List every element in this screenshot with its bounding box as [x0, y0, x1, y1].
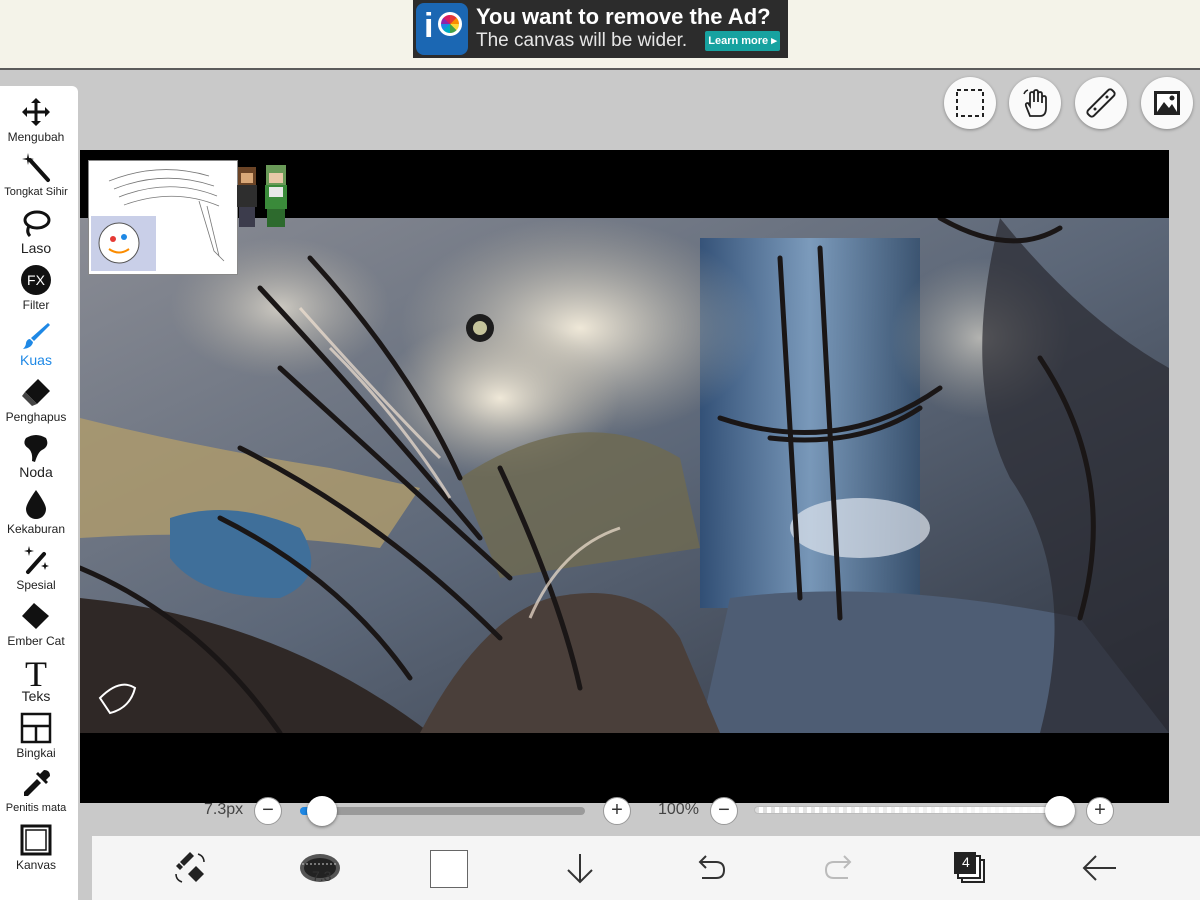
ad-bar: i You want to remove the Ad? The canvas … [0, 0, 1200, 70]
tool-label: Ember Cat [7, 634, 65, 648]
ibispaint-logo-icon: i [416, 3, 468, 55]
tool-brush[interactable]: Kuas [0, 316, 72, 372]
brush-size-increase-button[interactable]: + [603, 797, 631, 825]
tool-magic-wand[interactable]: Tongkat Sihir [0, 148, 72, 204]
ad-banner[interactable]: i You want to remove the Ad? The canvas … [413, 0, 788, 58]
opacity-decrease-button[interactable]: − [710, 797, 738, 825]
brush-sliders: 7.3px − + 100% − + [190, 795, 1130, 827]
image-icon [1154, 91, 1180, 115]
undo-icon [698, 855, 726, 879]
tool-label: Bingkai [16, 746, 56, 760]
ruler-button[interactable] [1075, 77, 1127, 129]
ruler-icon [1086, 88, 1116, 118]
eraser-icon [22, 379, 50, 406]
tool-eyedropper[interactable]: Penitis mata [0, 764, 72, 820]
color-wheel-icon [438, 12, 462, 36]
reference-image-preview [89, 161, 237, 274]
ad-subtitle: The canvas will be wider. [476, 30, 688, 51]
selection-button[interactable] [944, 77, 996, 129]
drawing-canvas[interactable] [80, 150, 1169, 803]
bottom-toolbar: 7.3 4 [92, 836, 1200, 900]
down-arrow-icon [567, 854, 593, 884]
hand-icon [1023, 89, 1047, 117]
opacity-knob[interactable] [1045, 796, 1075, 826]
brush-size-value: 7.3px [204, 801, 244, 818]
brush-size-badge: 7.3 [312, 868, 332, 884]
brush-settings-button[interactable]: 7.3 [294, 846, 342, 890]
artwork [80, 218, 1169, 733]
color-button[interactable] [426, 846, 474, 890]
brush-size-decrease-button[interactable]: − [254, 797, 282, 825]
tool-sidebar: Mengubah Tongkat Sihir Laso FX Filter Ku… [0, 86, 78, 900]
brush-size-knob[interactable] [307, 796, 337, 826]
selection-icon [956, 89, 984, 117]
app-window: i You want to remove the Ad? The canvas … [0, 0, 1200, 900]
back-button[interactable] [1076, 846, 1124, 890]
swap-tool-button[interactable] [166, 846, 214, 890]
tool-special[interactable]: Spesial [0, 540, 72, 596]
tool-label: Mengubah [7, 130, 65, 144]
frame-icon [20, 712, 52, 744]
tool-label: Spesial [16, 578, 56, 592]
fx-glyph: FX [27, 272, 46, 288]
undo-button[interactable] [686, 846, 734, 890]
character-sprites-image [237, 165, 287, 227]
character-sprites [233, 165, 298, 230]
tool-text[interactable]: T Teks [0, 652, 72, 708]
brush-size-slider[interactable] [300, 807, 585, 815]
text-icon: T [25, 656, 47, 688]
canvas-icon [20, 824, 52, 856]
reference-image-button[interactable] [1141, 77, 1193, 129]
tool-eraser[interactable]: Penghapus [0, 372, 72, 428]
fx-icon: FX [21, 265, 51, 295]
tool-label: Penghapus [5, 410, 67, 424]
learn-more-button[interactable]: Learn more ▸ [705, 31, 780, 51]
tool-label: Kekaburan [6, 522, 66, 536]
tool-label: Penitis mata [5, 802, 67, 814]
eyedropper-icon [24, 770, 50, 796]
tool-lasso[interactable]: Laso [0, 204, 72, 260]
tool-label: Tongkat Sihir [4, 186, 68, 198]
paint-bucket-icon [22, 603, 49, 629]
reference-image-window[interactable] [88, 160, 238, 275]
text-glyph: T [25, 656, 47, 688]
tool-label: Noda [19, 464, 53, 480]
special-sparkle-icon [24, 546, 49, 574]
tool-label: Filter [22, 298, 50, 312]
tool-canvas[interactable]: Kanvas [0, 820, 72, 876]
tool-frame[interactable]: Bingkai [0, 708, 72, 764]
layers-icon [954, 852, 985, 883]
hand-tool-button[interactable] [1009, 77, 1061, 129]
lasso-icon [23, 210, 51, 238]
tool-label: Kuas [20, 352, 52, 368]
layers-count: 4 [962, 854, 970, 870]
opacity-slider[interactable] [754, 806, 1064, 814]
tool-label: Laso [20, 240, 52, 256]
tool-paint-bucket[interactable]: Ember Cat [0, 596, 72, 652]
tool-label: Teks [21, 688, 51, 704]
redo-button[interactable] [816, 846, 864, 890]
tool-smudge[interactable]: Noda [0, 428, 72, 484]
opacity-value: 100% [658, 801, 699, 818]
tool-blur[interactable]: Kekaburan [0, 484, 72, 540]
download-button[interactable] [556, 846, 604, 890]
tool-label: Kanvas [15, 858, 57, 872]
current-color-swatch [430, 850, 468, 888]
layers-button[interactable]: 4 [946, 846, 994, 890]
magic-wand-icon [22, 153, 50, 182]
ad-title: You want to remove the Ad? [476, 4, 771, 29]
move-arrows-icon [22, 98, 50, 126]
brush-icon [23, 323, 50, 349]
tool-filter[interactable]: FX Filter [0, 260, 72, 316]
tool-transform[interactable]: Mengubah [0, 92, 72, 148]
blur-drop-icon [26, 490, 46, 519]
opacity-increase-button[interactable]: + [1086, 797, 1114, 825]
redo-icon [824, 855, 852, 879]
back-arrow-icon [1082, 855, 1116, 881]
opacity-fill [755, 807, 1063, 813]
brush-eraser-swap-icon [175, 852, 205, 883]
smudge-icon [24, 435, 48, 462]
logo-letter: i [424, 7, 434, 45]
